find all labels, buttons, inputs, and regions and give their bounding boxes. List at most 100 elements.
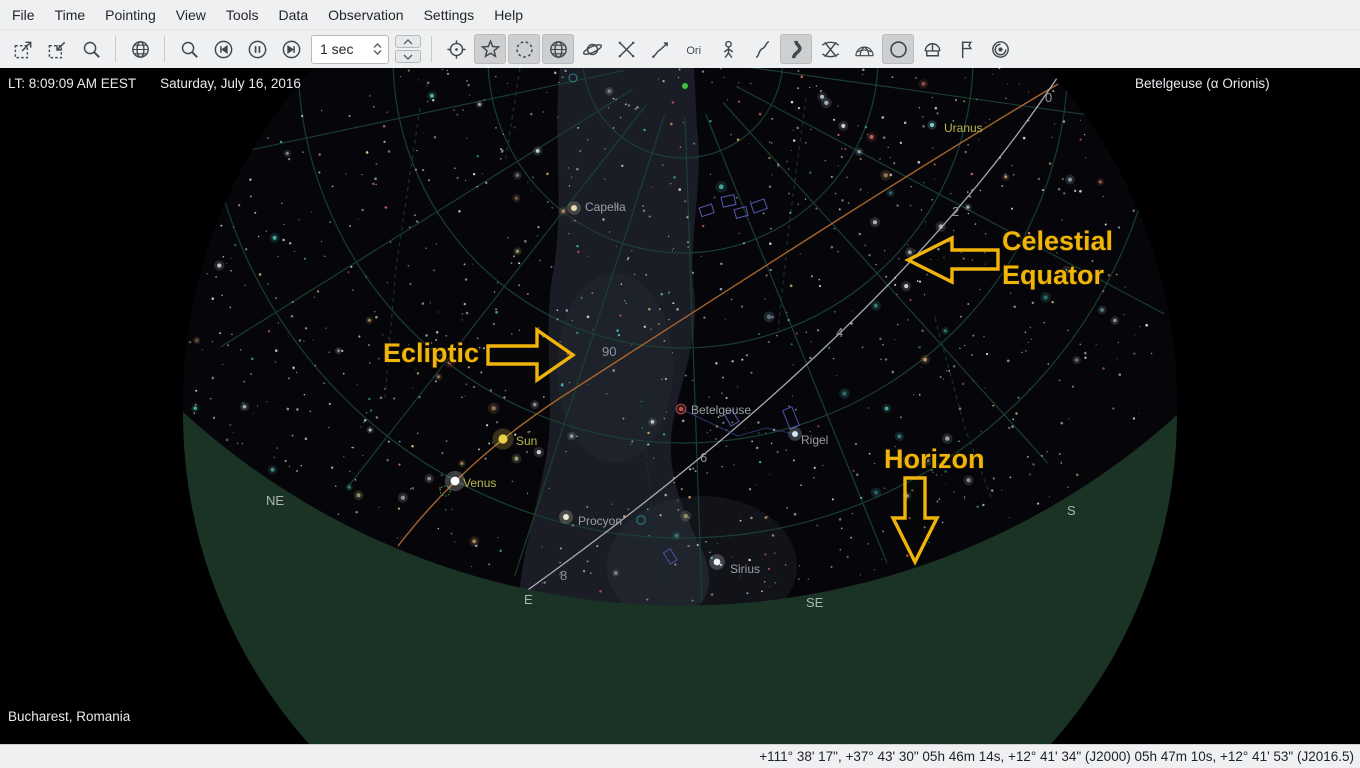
- star-label-betelgeuse: Betelgeuse: [691, 403, 751, 417]
- zoom-full-button[interactable]: [7, 34, 39, 64]
- geographic-location-button[interactable]: [124, 34, 156, 64]
- star-label-sirius: Sirius: [730, 562, 760, 576]
- toggle-constellation-lines-button[interactable]: [644, 34, 676, 64]
- toggle-horizon-button[interactable]: [882, 34, 914, 64]
- toggle-stars-button[interactable]: [474, 34, 506, 64]
- toolbar-separator: [431, 36, 432, 62]
- location-infobox[interactable]: Bucharest, Romania: [8, 709, 130, 724]
- hor-grid-icon: [853, 38, 876, 61]
- time-step-decrease-button[interactable]: [395, 50, 421, 63]
- toolbar: 1 sec Ori: [0, 30, 1360, 68]
- zoom-search-button[interactable]: [173, 34, 205, 64]
- time-infobox[interactable]: LT: 8:09:09 AM EEST Saturday, July 16, 20…: [8, 76, 301, 91]
- object-sun[interactable]: [492, 428, 513, 449]
- planet-label-venus: Venus: [463, 476, 496, 490]
- step-forward-icon: [280, 38, 303, 61]
- focused-object: Betelgeuse (α Orionis): [1135, 76, 1270, 91]
- menu-observation[interactable]: Observation: [318, 0, 413, 30]
- menu-pointing[interactable]: Pointing: [95, 0, 166, 30]
- coordinate-label-90: 90: [602, 344, 616, 359]
- time-step-forward-button[interactable]: [275, 34, 307, 64]
- menu-view[interactable]: View: [166, 0, 216, 30]
- celestial-equator-annotation: Celestial Equator: [1002, 224, 1113, 292]
- menu-tools[interactable]: Tools: [216, 0, 269, 30]
- time-step-adjust-buttons: [395, 35, 421, 63]
- time-step-back-button[interactable]: [207, 34, 239, 64]
- object-sirius[interactable]: [709, 554, 725, 570]
- dome-icon: [921, 38, 944, 61]
- object-rigel[interactable]: [788, 427, 802, 441]
- menu-bar: FileTimePointingViewToolsDataObservation…: [0, 0, 1360, 30]
- star-label-capella: Capella: [585, 200, 626, 214]
- toggle-supernovae-button[interactable]: [610, 34, 642, 64]
- search-icon: [80, 38, 103, 61]
- find-object-button[interactable]: [75, 34, 107, 64]
- const-name-icon: Ori: [683, 38, 706, 61]
- coordinates-readout: +111° 38' 17", +37° 43' 30" 05h 46m 14s,…: [759, 749, 1354, 764]
- coordinate-label-8: 8: [560, 568, 567, 583]
- star-icon: [479, 38, 502, 61]
- crosshair-icon: [445, 38, 468, 61]
- toggle-deep-sky-button[interactable]: [508, 34, 540, 64]
- coordinate-label-2: 2: [952, 204, 959, 219]
- object-betelgeuse[interactable]: [676, 404, 686, 414]
- time-pause-button[interactable]: [241, 34, 273, 64]
- toggle-constellation-art-button[interactable]: [712, 34, 744, 64]
- toolbar-separator: [164, 36, 165, 62]
- object-uranus[interactable]: [927, 120, 936, 129]
- toggle-constellation-boundaries-button[interactable]: [746, 34, 778, 64]
- star-label-procyon: Procyon: [578, 514, 622, 528]
- menu-help[interactable]: Help: [484, 0, 533, 30]
- time-step-spinbox[interactable]: 1 sec: [311, 35, 389, 64]
- select-shrink-icon: [46, 38, 69, 61]
- eye-icon: [989, 38, 1012, 61]
- planet-label-sun: Sun: [516, 434, 537, 448]
- time-step-increase-button[interactable]: [395, 35, 421, 48]
- menu-settings[interactable]: Settings: [414, 0, 485, 30]
- toggle-observatory-button[interactable]: [916, 34, 948, 64]
- const-line-icon: [649, 38, 672, 61]
- toggle-equatorial-grid-button[interactable]: [814, 34, 846, 64]
- zoom-default-button[interactable]: [41, 34, 73, 64]
- date-text: Saturday, July 16, 2016: [160, 76, 301, 91]
- toggle-satellites-button[interactable]: [984, 34, 1016, 64]
- menu-time[interactable]: Time: [45, 0, 96, 30]
- menu-data[interactable]: Data: [269, 0, 319, 30]
- search-icon: [178, 38, 201, 61]
- spinbox-chevrons-icon[interactable]: [372, 42, 388, 56]
- local-time: LT: 8:09:09 AM EEST: [8, 76, 136, 91]
- celestial-annotation-line2: Equator: [1002, 258, 1113, 292]
- object-capella[interactable]: [567, 201, 581, 215]
- flag-icon: [955, 38, 978, 61]
- direction-label-se: SE: [806, 595, 824, 610]
- toggle-solar-system-button[interactable]: [542, 34, 574, 64]
- eq-grid-icon: [819, 38, 842, 61]
- step-back-icon: [212, 38, 235, 61]
- track-object-button[interactable]: [440, 34, 472, 64]
- coordinate-label-6: 6: [700, 450, 707, 465]
- direction-label-s: S: [1067, 503, 1076, 518]
- toggle-milky-way-button[interactable]: [780, 34, 812, 64]
- pause-icon: [246, 38, 269, 61]
- time-step-value: 1 sec: [312, 41, 372, 57]
- menu-file[interactable]: File: [2, 0, 45, 30]
- dashed-circle-icon: [513, 38, 536, 61]
- toggle-planets-button[interactable]: [576, 34, 608, 64]
- focus-infobox[interactable]: Betelgeuse (α Orionis): [1135, 76, 1270, 91]
- globe-icon: [547, 38, 570, 61]
- horizon-annotation: Horizon: [884, 442, 985, 476]
- toggle-constellation-names-button[interactable]: Ori: [678, 34, 710, 64]
- coordinate-label-4: 4: [836, 325, 843, 340]
- globe-icon: [129, 38, 152, 61]
- sky-map[interactable]: CapellaBetelgeuseRigelProcyonSiriusUranu…: [0, 68, 1360, 744]
- object-procyon[interactable]: [559, 510, 573, 524]
- geo-location: Bucharest, Romania: [8, 709, 130, 724]
- milkyway-icon: [785, 38, 808, 61]
- ecliptic-annotation: Ecliptic: [383, 336, 479, 370]
- planet-label-uranus: Uranus: [944, 121, 983, 135]
- saturn-icon: [581, 38, 604, 61]
- toggle-flags-button[interactable]: [950, 34, 982, 64]
- toggle-horizontal-grid-button[interactable]: [848, 34, 880, 64]
- sky-map-area[interactable]: CapellaBetelgeuseRigelProcyonSiriusUranu…: [0, 68, 1360, 744]
- direction-label-e: E: [524, 592, 533, 607]
